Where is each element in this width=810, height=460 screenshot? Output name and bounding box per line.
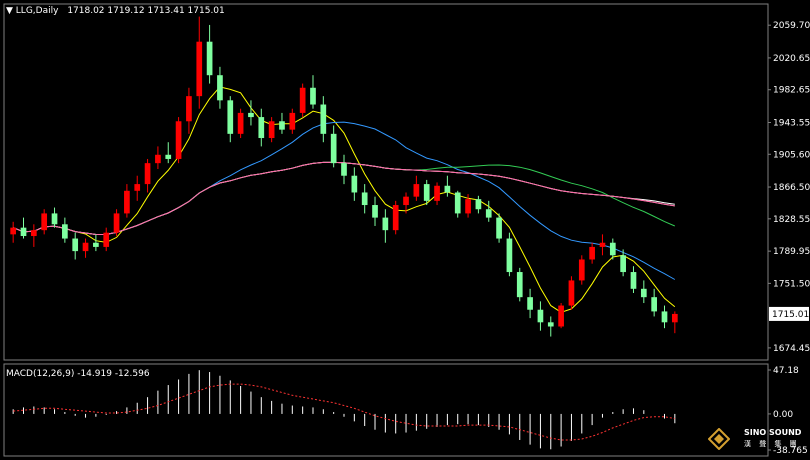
macd-tick-label: 0.00	[773, 410, 793, 420]
dropdown-arrow-icon[interactable]: ▼	[6, 6, 13, 16]
candle-body	[175, 121, 182, 159]
candle-body	[578, 259, 585, 281]
candle-body	[671, 313, 678, 323]
candle-body	[258, 117, 265, 139]
price-tick-label: 1828.55	[773, 215, 810, 225]
candle-body	[392, 205, 399, 231]
chart-frame	[0, 0, 810, 460]
candle-body	[372, 205, 378, 218]
price-tick-label: 1866.50	[773, 183, 810, 193]
candle-body	[475, 199, 482, 210]
candle-body	[103, 232, 110, 247]
candle-body	[217, 75, 223, 101]
candle-body	[51, 213, 58, 225]
candle-body	[527, 297, 533, 310]
price-tick-label: 1751.50	[773, 279, 810, 289]
candle-body	[165, 154, 172, 159]
price-tick-label: 1982.65	[773, 86, 810, 96]
candle-body	[496, 217, 502, 239]
price-tick-label: 1674.45	[773, 344, 810, 354]
candle-body	[444, 185, 451, 193]
candle-body	[516, 272, 523, 298]
candle-body	[134, 184, 141, 191]
candle-body	[310, 87, 316, 105]
candle-body	[330, 133, 337, 164]
candle-body	[10, 227, 17, 235]
last-price-label: 1715.01	[772, 310, 809, 320]
candle-body	[434, 185, 440, 201]
candle-body	[113, 213, 120, 233]
candle-body	[609, 242, 616, 256]
candle-body	[465, 199, 471, 214]
candle-body	[361, 192, 368, 206]
candle-body	[248, 112, 254, 118]
price-chart[interactable]: 2059.70 2020.65 1982.65 1943.55 1905.60 1866.…	[0, 0, 810, 460]
candle-body	[206, 41, 213, 76]
candle-body	[506, 238, 513, 273]
candle-body	[351, 175, 358, 193]
symbol-label: LLG,Daily	[15, 6, 59, 16]
candle-body	[82, 242, 89, 252]
candle-body	[155, 154, 161, 164]
candle-body	[124, 190, 130, 214]
candle-body	[558, 305, 564, 327]
candle-body	[485, 209, 492, 218]
candle-body	[651, 297, 657, 312]
candle-body	[196, 41, 203, 97]
candle-body	[289, 112, 296, 130]
candle-body	[403, 196, 409, 206]
candle-body	[661, 311, 668, 323]
candle-body	[20, 227, 27, 237]
candle-body	[454, 192, 461, 214]
price-tick-label: 2020.65	[773, 54, 810, 64]
logo-subtitle: 漢 聲 集 團	[744, 440, 800, 448]
candle-body	[382, 217, 389, 231]
candle-body	[31, 230, 37, 237]
candle-body	[537, 309, 544, 323]
ohlc-values: 1718.02 1719.12 1713.41 1715.01	[67, 6, 225, 16]
candle-body	[144, 163, 151, 185]
price-tick-label: 1943.55	[773, 118, 810, 128]
candle-body	[72, 238, 79, 252]
price-tick-label: 2059.70	[773, 21, 810, 31]
macd-label: MACD(12,26,9) -14.919 -12.596	[6, 369, 150, 379]
candle-body	[320, 104, 327, 134]
candle-body	[620, 255, 626, 273]
candle-body	[62, 224, 68, 239]
candle-body	[237, 112, 244, 134]
candle-body	[413, 184, 420, 197]
candle-body	[568, 280, 575, 306]
candle-body	[93, 242, 99, 247]
sino-sound-logo-icon	[708, 428, 730, 450]
macd-tick-label: 47.18	[773, 366, 799, 376]
candle-body	[547, 322, 554, 327]
candle-body	[341, 163, 347, 176]
candle-body	[423, 184, 430, 201]
candle-body	[589, 246, 595, 260]
candle-body	[630, 272, 637, 289]
candle-body	[599, 242, 606, 247]
candle-body	[640, 288, 647, 298]
candle-body	[227, 100, 234, 134]
candle-body	[268, 121, 275, 139]
candle-body	[299, 87, 306, 113]
price-tick-label: 1905.60	[773, 150, 810, 160]
candle-body	[186, 96, 192, 122]
candle-body	[41, 213, 48, 231]
candle-body	[279, 121, 285, 130]
symbol-header: ▼ LLG,Daily 1718.02 1719.12 1713.41 1715…	[6, 6, 225, 16]
logo-name: SINO SOUND	[744, 428, 802, 437]
background	[0, 0, 810, 460]
price-tick-label: 1789.95	[773, 247, 810, 257]
